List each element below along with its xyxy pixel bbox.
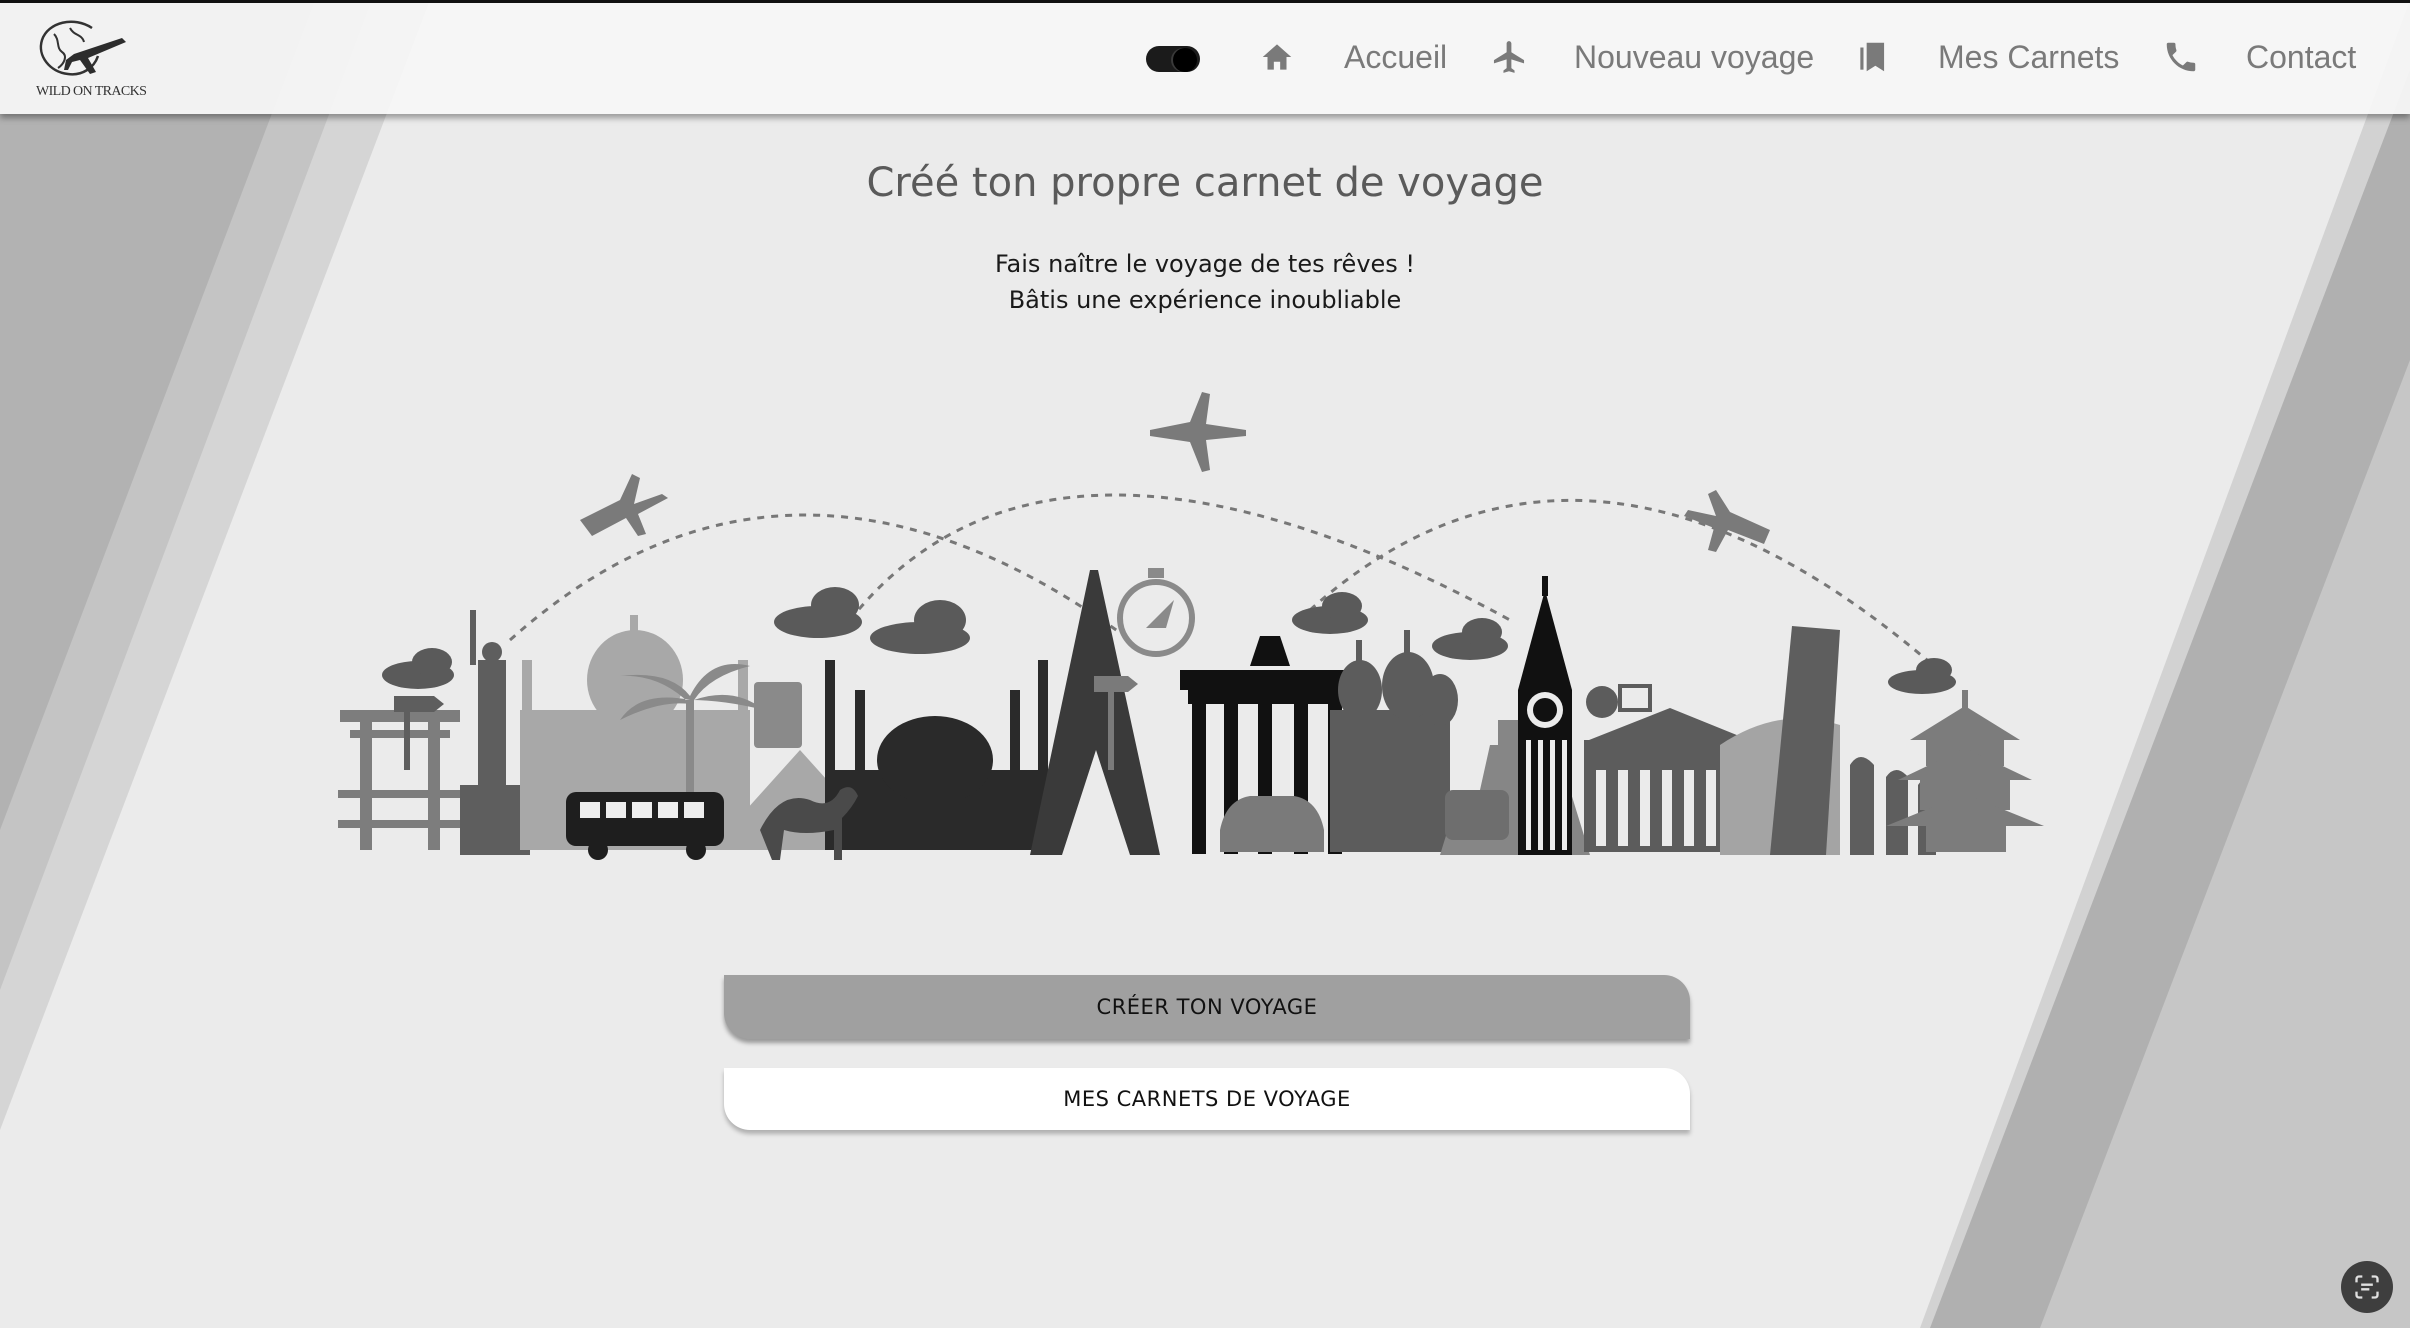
nav-link-nouveau-voyage[interactable]: Nouveau voyage — [1574, 33, 1814, 81]
top-navbar: WILD ON TRACKS Accueil Nouveau voyage Me… — [0, 0, 2410, 114]
home-icon[interactable] — [1258, 38, 1296, 76]
my-travel-journals-button[interactable]: MES CARNETS DE VOYAGE — [724, 1068, 1690, 1130]
nav-link-mes-carnets[interactable]: Mes Carnets — [1938, 33, 2119, 81]
world-landmarks-illustration — [338, 392, 2044, 860]
logo-text: WILD ON TRACKS — [36, 84, 147, 99]
scan-text-button[interactable] — [2341, 1261, 2393, 1313]
nav-link-accueil[interactable]: Accueil — [1344, 33, 1447, 81]
theme-toggle[interactable] — [1146, 46, 1200, 72]
scan-text-icon — [2355, 1275, 2379, 1299]
create-trip-button[interactable]: CRÉER TON VOYAGE — [724, 975, 1690, 1039]
phone-icon[interactable] — [2162, 38, 2200, 76]
nav-link-contact[interactable]: Contact — [2246, 33, 2356, 81]
site-logo[interactable]: WILD ON TRACKS — [34, 14, 147, 104]
subtitle-line-2: Bâtis une expérience inoubliable — [1008, 286, 1402, 314]
bookmark-icon[interactable] — [1854, 38, 1892, 76]
subtitle-line-1: Fais naître le voyage de tes rêves ! — [994, 250, 1416, 278]
globe-airplane-logo-icon — [39, 20, 126, 76]
toggle-knob — [1173, 48, 1197, 72]
page-title: Créé ton propre carnet de voyage — [866, 160, 1544, 206]
window-top-border — [0, 0, 2410, 3]
airplane-icon[interactable] — [1490, 38, 1528, 76]
